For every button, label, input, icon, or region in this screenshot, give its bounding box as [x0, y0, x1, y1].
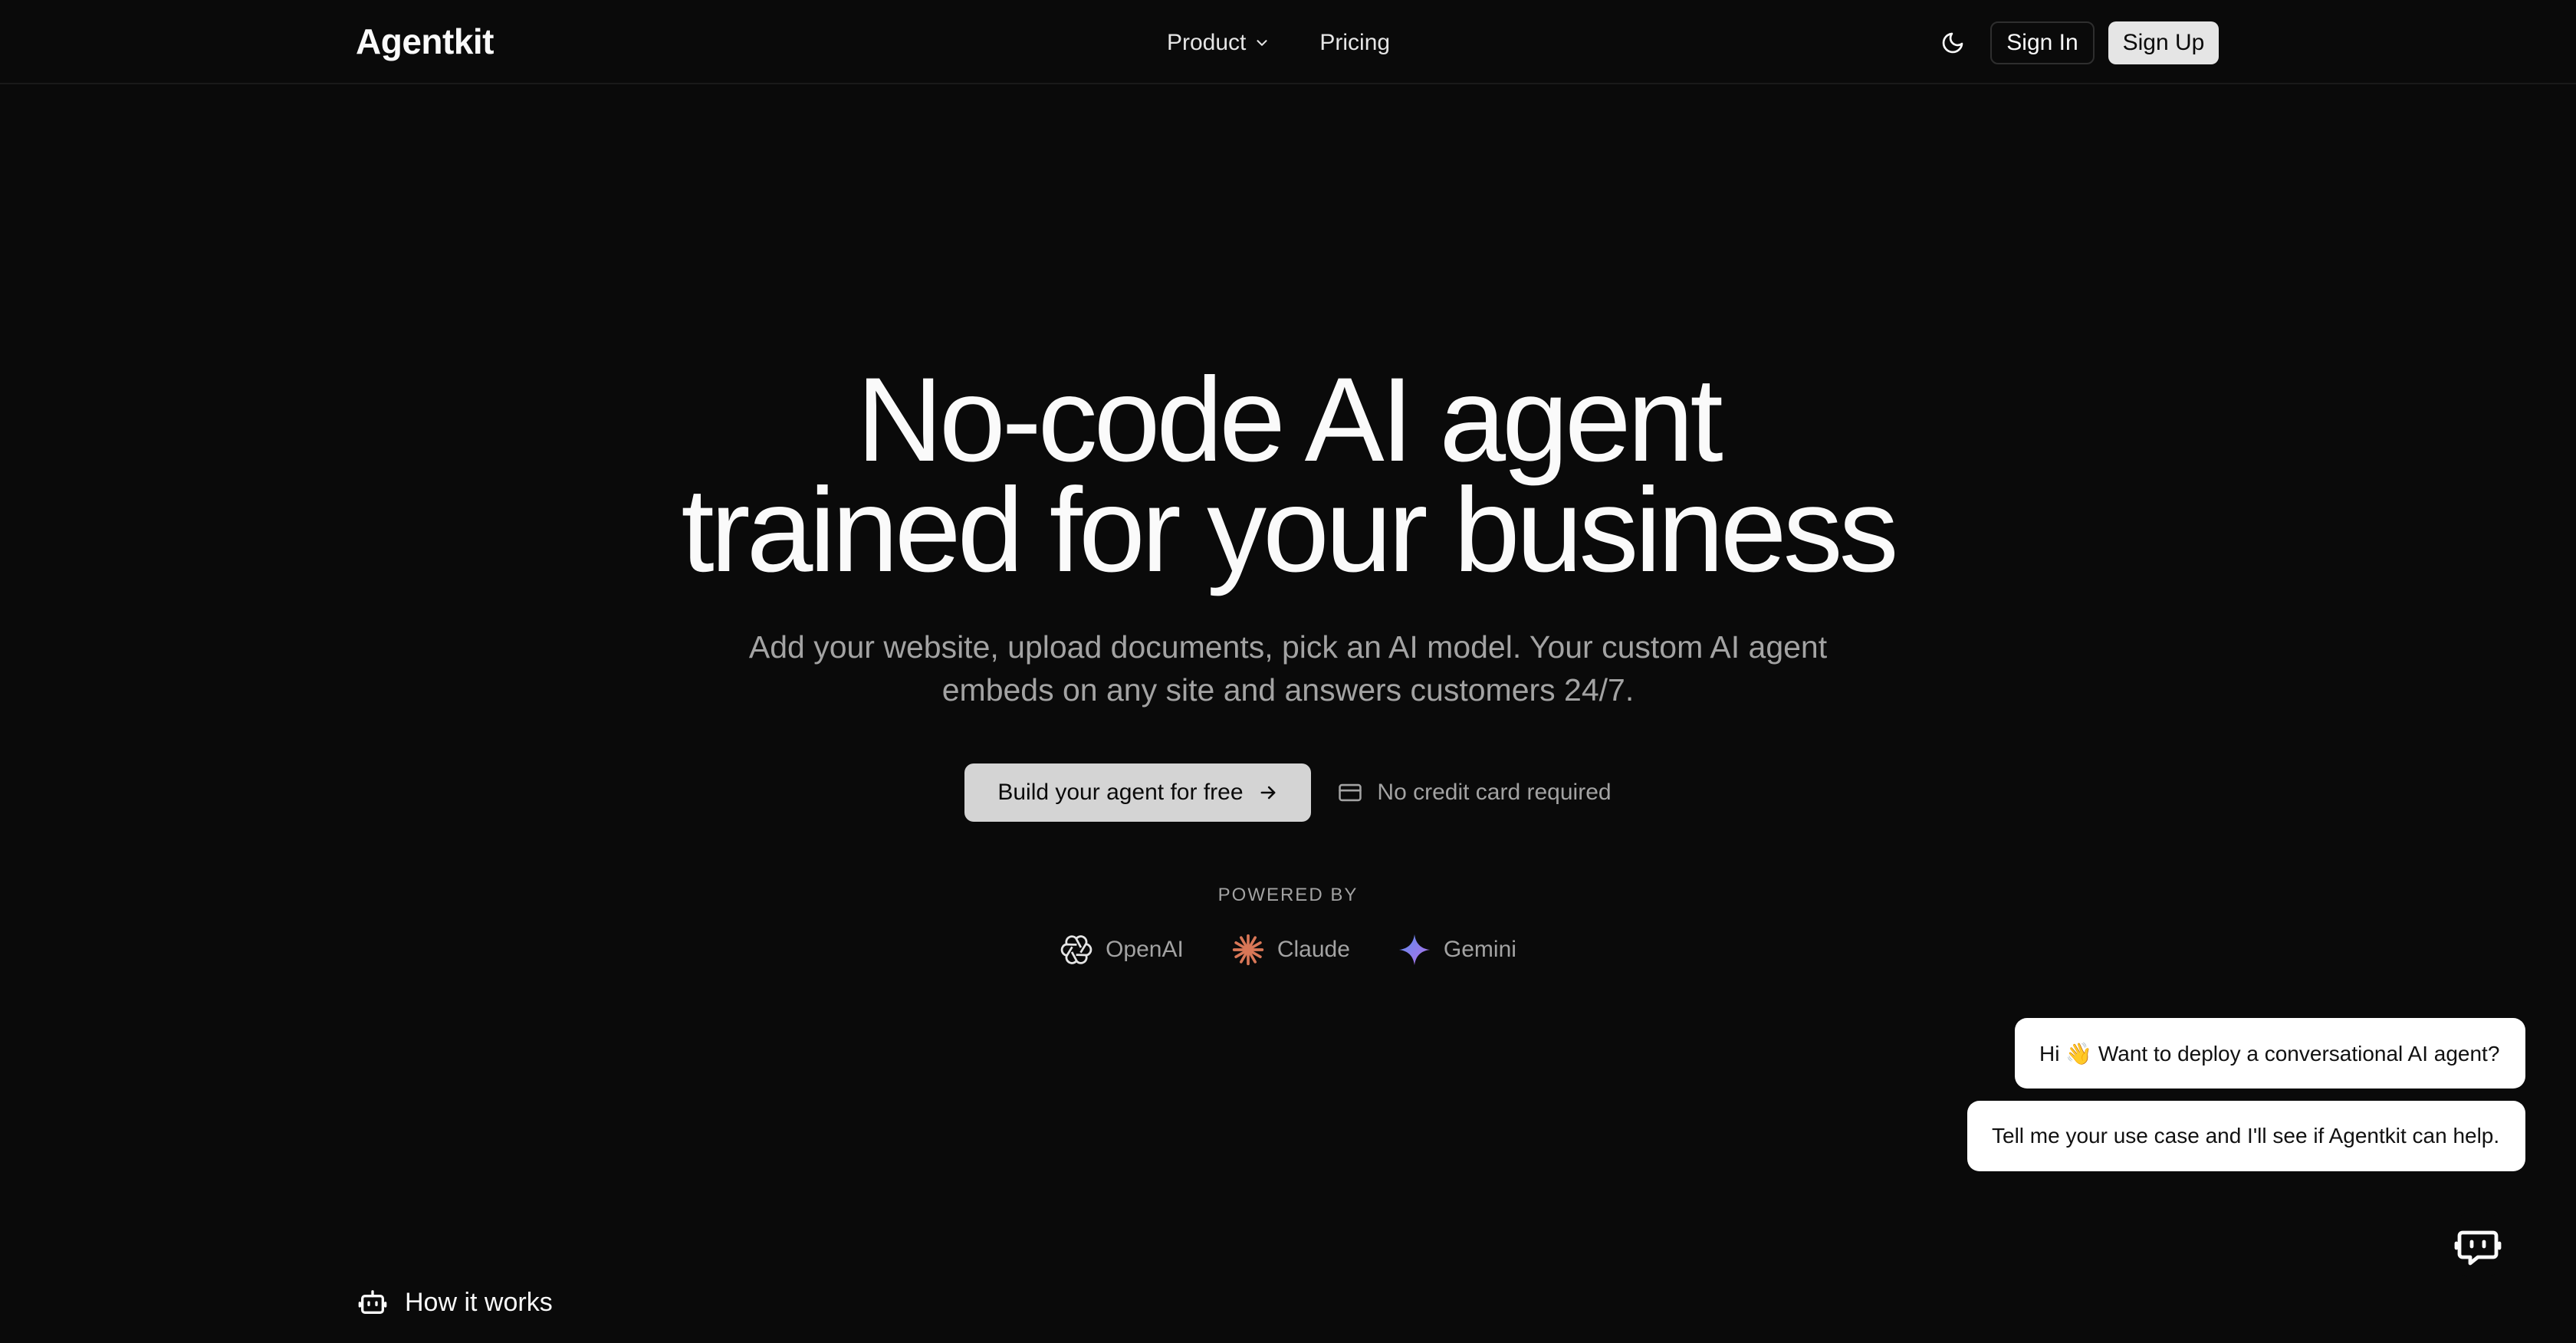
chat-greeting-text: Hi 👋 Want to deploy a conversational AI … — [2039, 1041, 2500, 1066]
bot-chat-icon — [2454, 1230, 2502, 1266]
hero-subtitle-line-1: Add your website, upload documents, pick… — [748, 629, 1828, 665]
claude-icon — [1232, 934, 1263, 966]
provider-gemini-label: Gemini — [1443, 937, 1516, 962]
build-agent-label: Build your agent for free — [997, 780, 1244, 805]
no-credit-card-note: No credit card required — [1337, 780, 1612, 806]
arrow-right-icon — [1260, 786, 1275, 800]
hero-subtitle-line-2: embeds on any site and answers customers… — [941, 672, 1635, 708]
bot-icon — [358, 1290, 387, 1314]
powered-by-label: POWERED BY — [1217, 885, 1359, 905]
chat-prompt-bubble[interactable]: Tell me your use case and I'll see if Ag… — [1967, 1101, 2525, 1171]
openai-icon — [1060, 935, 1092, 964]
chevron-down-icon — [1257, 40, 1267, 46]
chat-greeting-bubble[interactable]: Hi 👋 Want to deploy a conversational AI … — [2015, 1018, 2525, 1089]
chat-prompt-text: Tell me your use case and I'll see if Ag… — [1992, 1124, 2500, 1148]
moon-icon — [1942, 32, 1963, 54]
nav-pricing[interactable]: Pricing — [1319, 26, 1390, 60]
main-nav: Product Pricing — [1167, 26, 1390, 60]
chat-launcher-button[interactable] — [2444, 1211, 2512, 1279]
build-agent-button[interactable]: Build your agent for free — [964, 763, 1312, 822]
provider-claude: Claude — [1231, 933, 1350, 967]
nav-product-label: Product — [1167, 30, 1247, 55]
how-it-works-section: How it works — [357, 1283, 553, 1322]
hero-subtitle: Add your website, upload documents, pick… — [0, 626, 2576, 711]
no-credit-card-text: No credit card required — [1377, 780, 1612, 805]
provider-openai: OpenAI — [1060, 933, 1184, 967]
theme-toggle-button[interactable] — [1934, 26, 1972, 60]
sign-in-button[interactable]: Sign In — [1990, 21, 2095, 64]
hero-title-line-1: No-code AI agent — [856, 353, 1723, 487]
nav-product[interactable]: Product — [1167, 26, 1270, 60]
credit-card-icon — [1339, 783, 1362, 802]
gemini-icon — [1398, 934, 1431, 966]
nav-pricing-label: Pricing — [1319, 30, 1391, 55]
how-it-works-label: How it works — [405, 1287, 553, 1317]
landing-page: Agentkit Product Pricing Sign In Sign Up… — [0, 0, 2576, 1343]
hero-title: No-code AI agent trained for your busine… — [0, 353, 2576, 597]
provider-list: OpenAI Claude Gemini — [0, 931, 2576, 969]
cta-row: Build your agent for free No credit card… — [0, 763, 2576, 822]
provider-openai-label: OpenAI — [1106, 937, 1184, 962]
sign-up-button[interactable]: Sign Up — [2108, 21, 2219, 64]
logo[interactable]: Agentkit — [356, 18, 495, 64]
site-header: Agentkit Product Pricing Sign In Sign Up — [0, 0, 2576, 84]
provider-gemini: Gemini — [1398, 933, 1516, 967]
provider-claude-label: Claude — [1276, 937, 1350, 962]
hero-title-line-2: trained for your business — [681, 464, 1898, 597]
